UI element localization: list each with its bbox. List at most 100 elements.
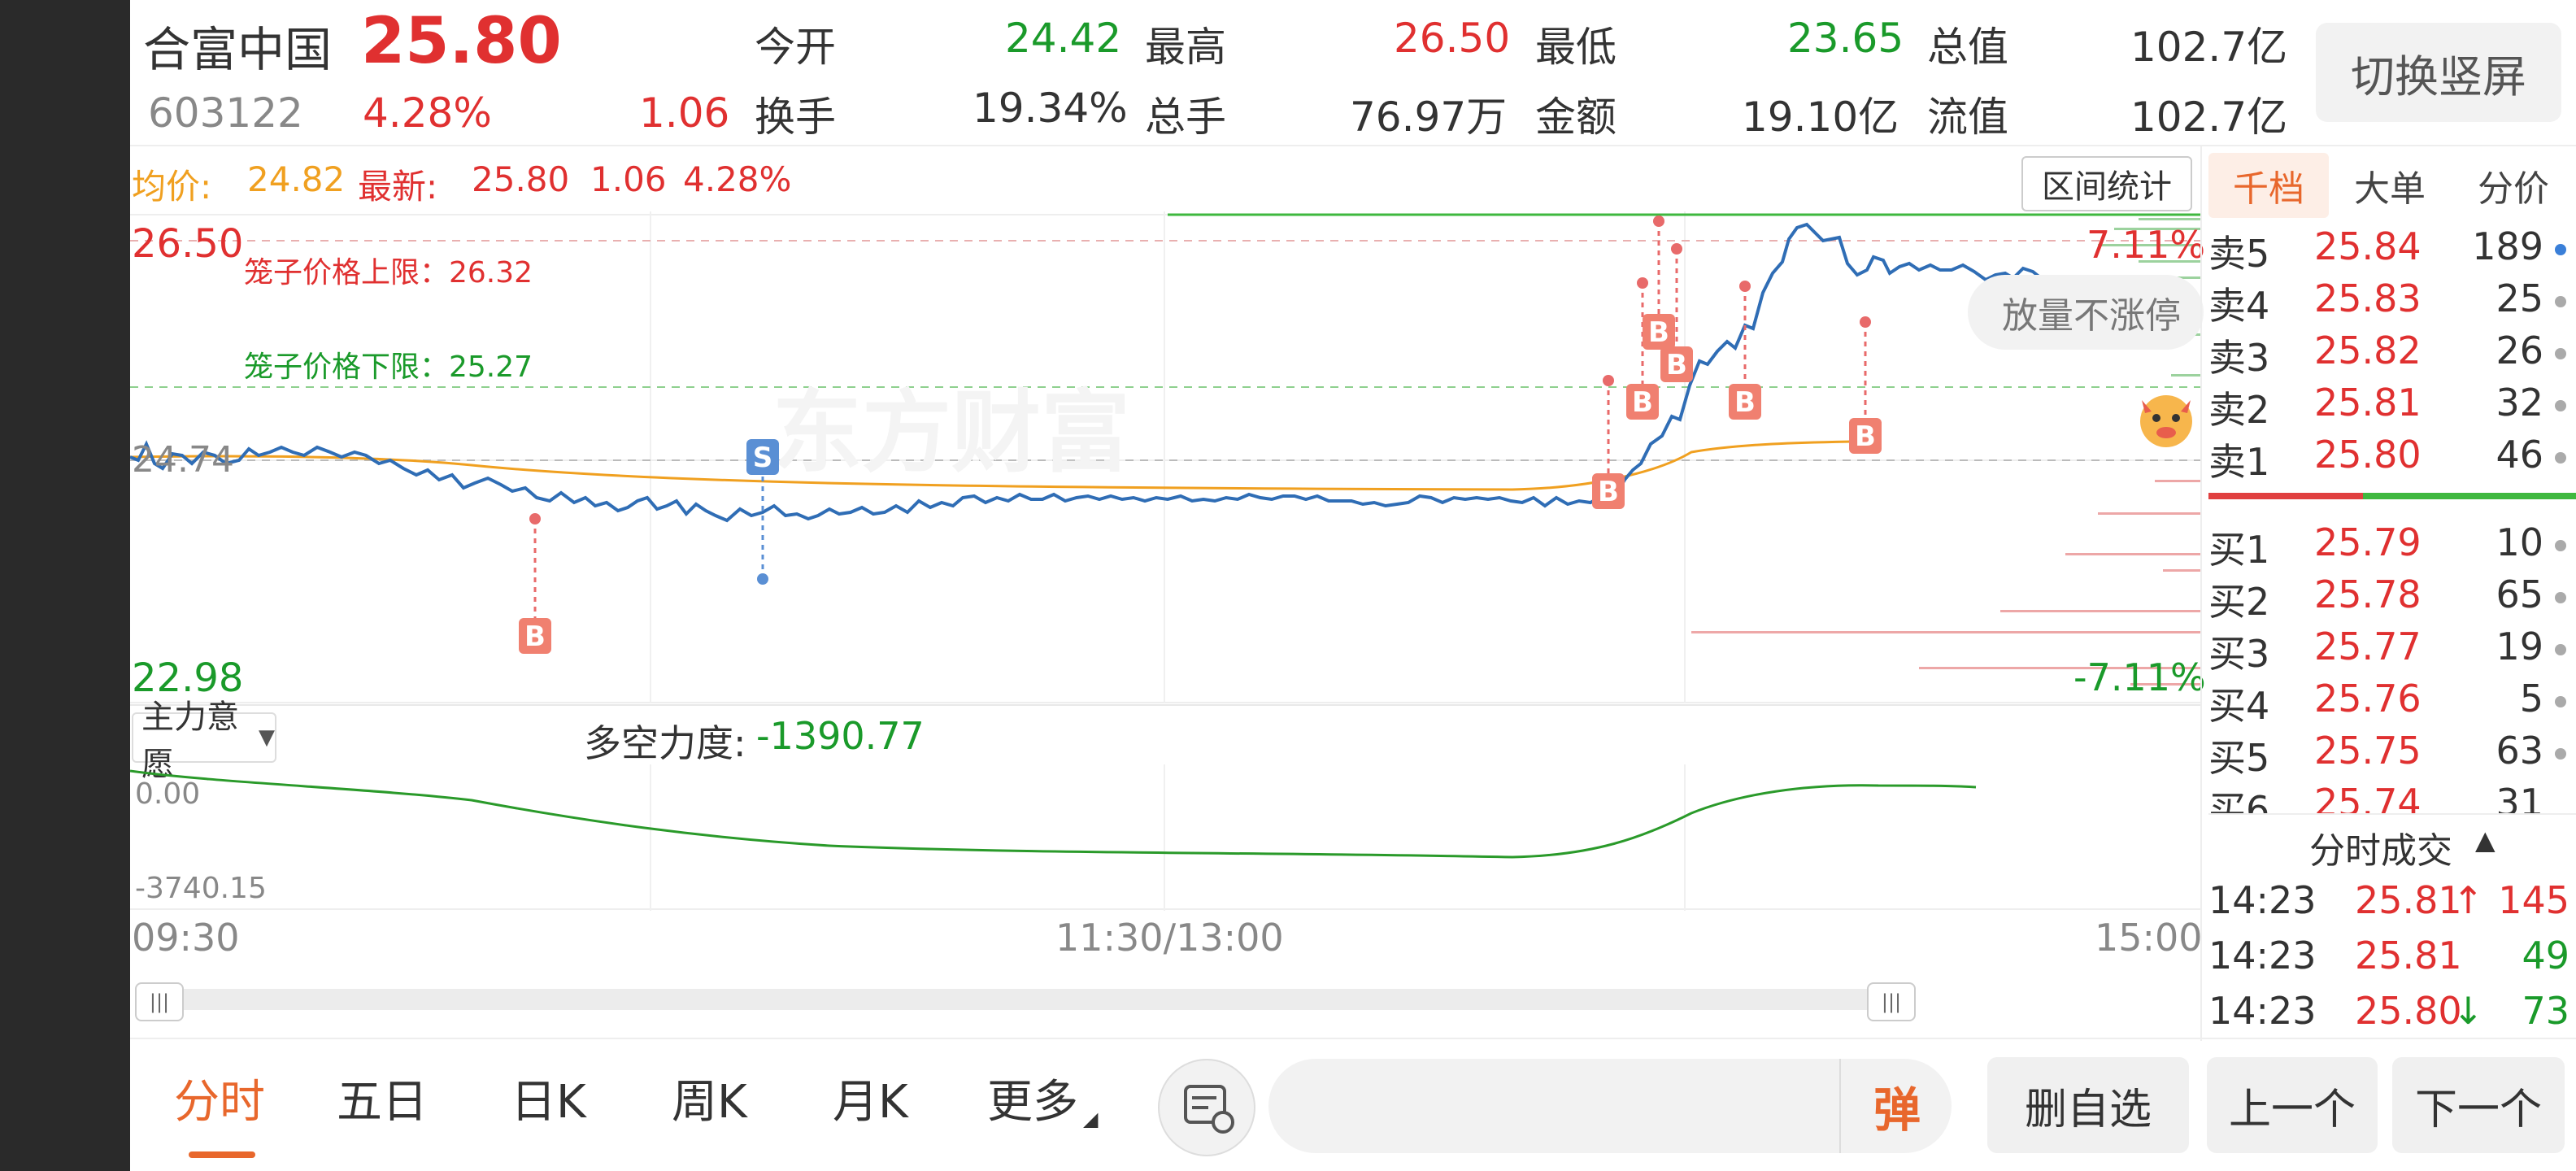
price-axis-high: 26.50 <box>132 221 244 267</box>
pct-axis-high: 7.11% <box>2086 223 2206 267</box>
total-mv-value: 102.7亿 <box>2130 24 2288 71</box>
stock-price: 25.80 <box>361 5 562 78</box>
ask-row: 卖3 25.82 26 <box>2208 329 2576 381</box>
left-edge-bar <box>0 0 130 1171</box>
high-label: 最高 <box>1145 24 1226 71</box>
trade-row: 14:23 25.81 49 <box>2208 934 2569 977</box>
scroll-handle-left[interactable]: ||| <box>135 982 184 1021</box>
high-value: 26.50 <box>1394 15 1511 62</box>
bid-row: 买2 25.78 65 <box>2208 572 2576 625</box>
mascot-icon[interactable] <box>2134 387 2199 452</box>
tab-price-dist[interactable]: 分价 <box>2451 153 2576 218</box>
indicator-dropdown[interactable]: 主力意愿 ▼ <box>132 699 276 783</box>
volume-value: 76.97万 <box>1350 94 1508 141</box>
watermark-text: 东方财富 <box>772 381 1130 485</box>
time-end: 15:00 <box>2095 916 2203 960</box>
tab-intraday[interactable]: 分时 <box>174 1065 265 1131</box>
danmu-button[interactable]: 弹 <box>1839 1059 1953 1153</box>
buy-marker: B <box>1648 316 1669 349</box>
open-label: 今开 <box>755 24 836 71</box>
prev-stock-button[interactable]: 上一个 <box>2207 1057 2378 1153</box>
avg-price-value: 24.82 <box>247 159 346 199</box>
bottom-divider <box>130 1038 2576 1039</box>
header-divider <box>130 145 2576 146</box>
next-stock-button[interactable]: 下一个 <box>2392 1057 2565 1153</box>
low-label: 最低 <box>1535 24 1617 71</box>
float-mv-value: 102.7亿 <box>2130 94 2288 141</box>
force-value: -1390.77 <box>756 714 925 758</box>
bid-ask-ratio-bar <box>2208 493 2576 499</box>
chevron-up-icon[interactable]: ▲ <box>2475 825 2496 855</box>
buy-marker: B <box>1855 420 1876 453</box>
change-pct: 4.28% <box>363 89 492 137</box>
trade-markers: B S B B B B B B <box>519 215 1882 654</box>
ask-row: 卖4 25.83 25 <box>2208 276 2576 329</box>
stock-code: 603122 <box>148 89 303 137</box>
float-mv-label: 流值 <box>1927 94 2008 141</box>
buy-marker: B <box>524 620 546 653</box>
buy-marker: B <box>1632 386 1653 419</box>
tab-qiandang[interactable]: 千档 <box>2208 153 2329 218</box>
turnover-label: 换手 <box>755 94 836 141</box>
latest-label: 最新: <box>358 167 438 207</box>
chevron-down-icon: ▼ <box>259 725 275 750</box>
tab-monthly-k[interactable]: 月K <box>833 1065 908 1131</box>
arrow-up-icon: ↑ <box>2452 878 2484 922</box>
sell-marker: S <box>753 442 773 474</box>
trades-divider <box>2208 813 2576 815</box>
total-mv-label: 总值 <box>1927 24 2008 71</box>
switch-portrait-button[interactable]: 切换竖屏 <box>2316 23 2561 122</box>
price-axis-mid: 24.74 <box>132 439 234 481</box>
volume-label: 总手 <box>1145 94 1226 141</box>
ask-row: 卖1 25.80 46 <box>2208 433 2576 485</box>
time-mid: 11:30/13:00 <box>1055 916 1284 960</box>
active-tab-indicator <box>189 1151 255 1158</box>
tab-more[interactable]: 更多 <box>987 1065 1078 1131</box>
tab-weekly-k[interactable]: 周K <box>672 1065 747 1131</box>
low-value: 23.65 <box>1787 15 1904 62</box>
buy-marker: B <box>1598 476 1619 508</box>
buy-marker: B <box>1734 386 1756 419</box>
pct-axis-low: -7.11% <box>2073 655 2206 699</box>
force-chart <box>130 764 2200 911</box>
latest-value: 25.80 <box>472 159 570 199</box>
time-start: 09:30 <box>132 916 240 960</box>
remove-watchlist-button[interactable]: 删自选 <box>1987 1057 2189 1153</box>
tab-large-orders[interactable]: 大单 <box>2329 153 2451 218</box>
arrow-down-icon: ↓ <box>2452 989 2484 1033</box>
orderbook-divider <box>2200 146 2202 1041</box>
bid-row: 买1 25.79 10 <box>2208 520 2576 572</box>
bid-row: 买6 25.74 31 <box>2208 781 2543 813</box>
force-line <box>130 769 1977 859</box>
bid-row: 买5 25.75 63 <box>2208 729 2576 781</box>
latest-change: 1.06 <box>590 159 667 199</box>
change-amount: 1.06 <box>639 89 730 137</box>
cage-upper-label: 笼子价格上限：26.32 <box>244 256 533 289</box>
bid-row: 买3 25.77 19 <box>2208 625 2576 677</box>
subchart-divider <box>130 704 2200 706</box>
cage-lower-label: 笼子价格下限：25.27 <box>244 350 533 384</box>
volume-no-limit-tag[interactable]: 放量不涨停 <box>1968 275 2204 350</box>
range-stats-button[interactable]: 区间统计 <box>2021 156 2192 211</box>
buy-marker: B <box>1666 349 1687 381</box>
trades-title[interactable]: 分时成交 <box>2309 821 2452 873</box>
trade-row: 14:23 25.81 ↑ 145 <box>2208 878 2569 922</box>
ask-row: 卖2 25.81 32 <box>2208 381 2576 433</box>
bid-row: 买4 25.76 5 <box>2208 677 2576 729</box>
tab-five-day[interactable]: 五日 <box>337 1065 428 1131</box>
amount-value: 19.10亿 <box>1742 94 1899 141</box>
turnover-value: 19.34% <box>973 85 1128 132</box>
open-value: 24.42 <box>1005 15 1122 62</box>
stock-name: 合富中国 <box>143 22 333 77</box>
ask-row: 卖5 25.84 189 <box>2208 224 2576 276</box>
latest-pct: 4.28% <box>683 159 792 199</box>
avg-price-label: 均价: <box>132 167 212 207</box>
settings-icon[interactable] <box>1158 1059 1255 1156</box>
amount-label: 金额 <box>1535 94 1617 141</box>
time-range-scrollbar[interactable] <box>138 989 1878 1010</box>
more-caret-icon: ◢ <box>1083 1108 1099 1130</box>
trade-row: 14:23 25.80 ↓ 73 <box>2208 989 2569 1033</box>
tab-daily-k[interactable]: 日K <box>511 1065 586 1131</box>
force-label: 多空力度: <box>584 721 746 765</box>
scroll-handle-right[interactable]: ||| <box>1867 982 1916 1021</box>
